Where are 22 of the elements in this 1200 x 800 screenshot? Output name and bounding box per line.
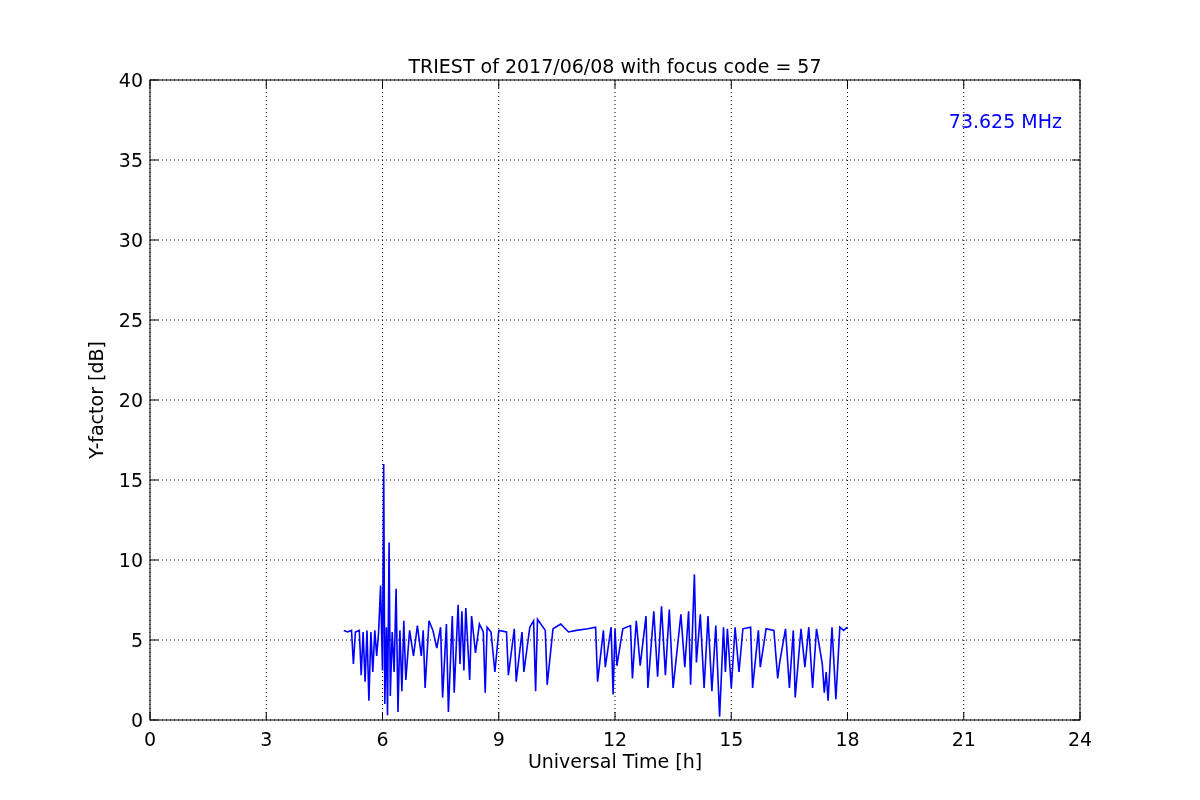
x-tick-label: 3: [260, 728, 273, 750]
annotation-label: 73.625 MHz: [948, 110, 1062, 132]
x-tick-label: 6: [376, 728, 389, 750]
x-tick-label: 15: [719, 728, 744, 750]
x-tick-label: 24: [1067, 728, 1093, 750]
y-tick-label: 15: [118, 469, 143, 491]
x-tick-label: 18: [835, 728, 860, 750]
y-tick-label: 10: [118, 549, 143, 571]
x-tick-label: 0: [143, 728, 157, 750]
x-tick-label: 12: [602, 728, 628, 750]
y-tick-label: 35: [118, 149, 143, 171]
y-tick-label: 5: [130, 629, 143, 651]
x-tick-label: 9: [492, 728, 505, 750]
x-tick-label: 21: [951, 728, 976, 750]
x-axis-label: Universal Time [h]: [527, 750, 703, 772]
y-tick-label: 25: [118, 309, 143, 331]
y-tick-label: 40: [118, 69, 143, 91]
y-tick-label: 0: [130, 709, 143, 731]
chart-title: TRIEST of 2017/06/08 with focus code = 57: [408, 55, 822, 77]
y-tick-label: 30: [118, 229, 143, 251]
y-tick-label: 20: [118, 389, 143, 411]
y-axis-label: Y-factor [dB]: [85, 341, 107, 459]
